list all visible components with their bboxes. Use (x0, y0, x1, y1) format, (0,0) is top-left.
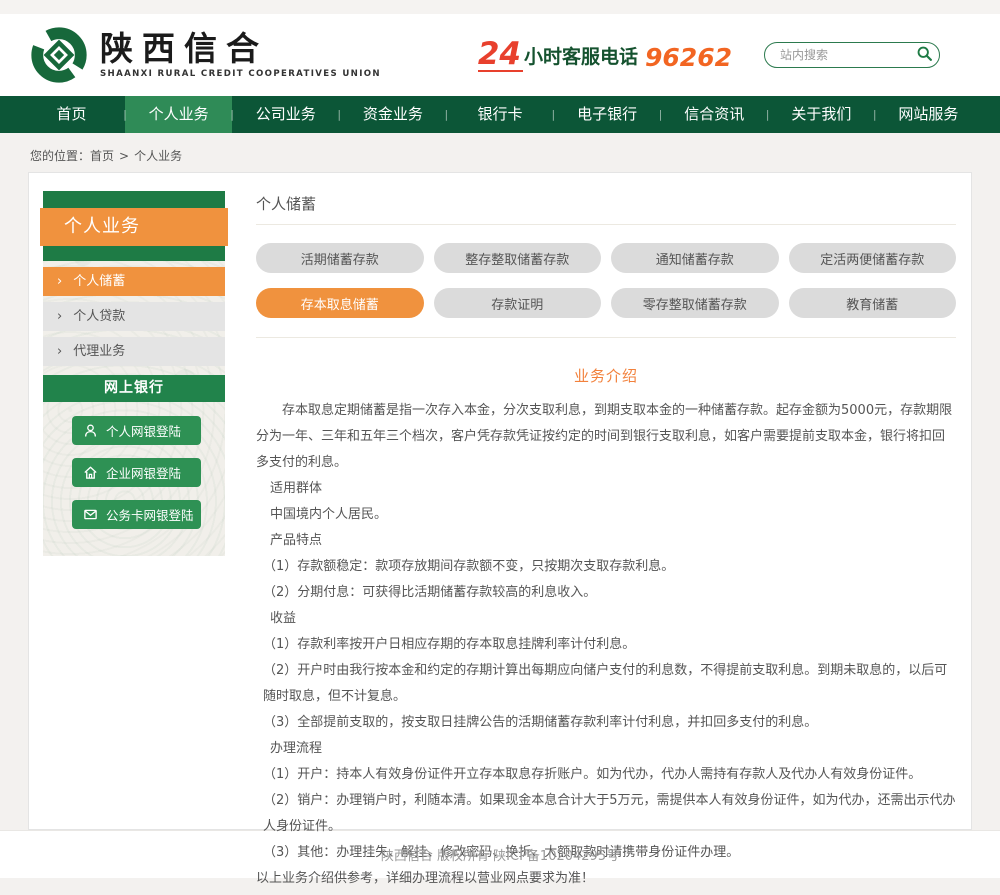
title-divider (256, 224, 956, 225)
breadcrumb: 您的位置：首页 > 个人业务 (0, 133, 1000, 172)
ebank-buttons: 个人网银登陆 企业网银登陆 公务卡网银登陆 (43, 402, 225, 554)
brand-name: 陕西信合 (100, 31, 381, 67)
nav-item-treasury-banking[interactable]: 资金业务 (339, 96, 446, 133)
paragraph: （2）销户：办理销户时，利随本清。如果现金本息合计大于5万元，需提供本人有效身份… (256, 788, 956, 840)
nav-item-e-banking[interactable]: 电子银行 (554, 96, 661, 133)
tab-lump-sum-deposit[interactable]: 整存整取储蓄存款 (434, 243, 602, 273)
paragraph: 存本取息定期储蓄是指一次存入本金，分次支取利息，到期支取本金的一种储蓄存款。起存… (256, 398, 956, 476)
logo-text: 陕西信合 SHAANXI RURAL CREDIT COOPERATIVES U… (100, 31, 381, 79)
hotline-label: 小时客服电话 (524, 42, 638, 69)
tab-installment-deposit[interactable]: 零存整取储蓄存款 (611, 288, 779, 318)
sidebar: 个人业务 › 个人储蓄 › 个人贷款 › 代理业务 网上银行 个人网银登陆 (43, 191, 225, 556)
nav-item-site-services[interactable]: 网站服务 (875, 96, 982, 133)
paragraph: 以上业务介绍供参考，详细办理流程以营业网点要求为准！ (256, 866, 956, 892)
hotline-number: 96262 (645, 43, 732, 72)
breadcrumb-prefix: 您的位置： (30, 149, 90, 163)
sidebar-menu: › 个人储蓄 › 个人贷款 › 代理业务 (43, 267, 225, 366)
search-box (764, 42, 940, 68)
nav-item-corporate-banking[interactable]: 公司业务 (232, 96, 339, 133)
article: 存本取息定期储蓄是指一次存入本金，分次支取利息，到期支取本金的一种储蓄存款。起存… (256, 398, 956, 892)
nav-list: 首页 个人业务 公司业务 资金业务 银行卡 电子银行 信合资讯 关于我们 网站服… (0, 96, 1000, 133)
paragraph: （2）分期付息：可获得比活期储蓄存款较高的利息收入。 (256, 580, 956, 606)
corporate-ebank-login-button[interactable]: 企业网银登陆 (72, 458, 201, 487)
hotline-24: 24 (478, 39, 523, 72)
tab-interest-withdrawal-savings[interactable]: 存本取息储蓄 (256, 288, 424, 318)
brand-subtitle: SHAANXI RURAL CREDIT COOPERATIVES UNION (100, 69, 381, 79)
sidebar-title: 个人业务 (40, 208, 228, 246)
paragraph: （1）存款利率按开户日相应存期的存本取息挂牌利率计付利息。 (256, 632, 956, 658)
logo-icon (30, 26, 88, 84)
search-button[interactable] (911, 44, 937, 66)
sidebar-item-label: 代理业务 (73, 344, 125, 359)
ebank-button-label: 公务卡网银登陆 (106, 505, 194, 524)
main-nav: 首页 个人业务 公司业务 资金业务 银行卡 电子银行 信合资讯 关于我们 网站服… (0, 96, 1000, 133)
site-header: 陕西信合 SHAANXI RURAL CREDIT COOPERATIVES U… (0, 14, 1000, 96)
home-icon (83, 465, 98, 480)
sidebar-header: 个人业务 (43, 191, 225, 261)
main-content: 个人储蓄 活期储蓄存款 整存整取储蓄存款 通知储蓄存款 定活两便储蓄存款 存本取… (225, 173, 971, 829)
paragraph: 中国境内个人居民。 (256, 502, 956, 528)
paragraph: 办理流程 (256, 736, 956, 762)
personal-ebank-login-button[interactable]: 个人网银登陆 (72, 416, 201, 445)
tab-notice-deposit[interactable]: 通知储蓄存款 (611, 243, 779, 273)
sidebar-item-personal-savings[interactable]: › 个人储蓄 (43, 267, 225, 296)
page-title: 个人储蓄 (256, 193, 956, 214)
paragraph: （1）开户：持本人有效身份证件开立存本取息存折账户。如为代办，代办人需持有存款人… (256, 762, 956, 788)
tabs-divider (256, 337, 956, 338)
tab-deposit-certificate[interactable]: 存款证明 (434, 288, 602, 318)
ebank-button-label: 企业网银登陆 (106, 463, 181, 482)
paragraph: （3）全部提前支取的，按支取日挂牌公告的活期储蓄存款利率计付利息，并扣回多支付的… (256, 710, 956, 736)
logo[interactable]: 陕西信合 SHAANXI RURAL CREDIT COOPERATIVES U… (30, 26, 381, 84)
sidebar-item-label: 个人储蓄 (73, 274, 125, 289)
content-panel: 个人业务 › 个人储蓄 › 个人贷款 › 代理业务 网上银行 个人网银登陆 (28, 172, 972, 830)
breadcrumb-separator: > (119, 149, 129, 163)
search-icon (916, 45, 933, 62)
tab-education-savings[interactable]: 教育储蓄 (789, 288, 957, 318)
paragraph: 收益 (256, 606, 956, 632)
sidebar-item-agency-services[interactable]: › 代理业务 (43, 337, 225, 366)
chevron-right-icon: › (57, 309, 62, 324)
nav-item-about-us[interactable]: 关于我们 (768, 96, 875, 133)
ebank-button-label: 个人网银登陆 (106, 421, 181, 440)
savings-tabs: 活期储蓄存款 整存整取储蓄存款 通知储蓄存款 定活两便储蓄存款 存本取息储蓄 存… (256, 243, 956, 318)
copyright: 陕西信合 版权所有 陕ICP备10204295号 (381, 845, 619, 864)
user-icon (83, 423, 98, 438)
nav-item-personal-banking[interactable]: 个人业务 (125, 96, 232, 133)
chevron-right-icon: › (57, 274, 62, 289)
paragraph: （1）存款额稳定：款项存放期间存款额不变，只按期次支取存款利息。 (256, 554, 956, 580)
nav-item-home[interactable]: 首页 (18, 96, 125, 133)
paragraph: 产品特点 (256, 528, 956, 554)
tab-current-savings[interactable]: 活期储蓄存款 (256, 243, 424, 273)
breadcrumb-current: 个人业务 (134, 149, 182, 163)
section-heading: 业务介绍 (256, 365, 956, 386)
nav-item-news[interactable]: 信合资讯 (661, 96, 768, 133)
nav-item-bank-card[interactable]: 银行卡 (446, 96, 553, 133)
paragraph: 适用群体 (256, 476, 956, 502)
envelope-icon (83, 507, 98, 522)
hotline: 24 小时客服电话 96262 (478, 39, 732, 72)
chevron-right-icon: › (57, 344, 62, 359)
paragraph: （2）开户时由我行按本金和约定的存期计算出每期应向储户支付的利息数，不得提前支取… (256, 658, 956, 710)
sidebar-item-personal-loans[interactable]: › 个人贷款 (43, 302, 225, 331)
tab-flexible-deposit[interactable]: 定活两便储蓄存款 (789, 243, 957, 273)
top-strip (0, 0, 1000, 14)
ebank-header: 网上银行 (43, 375, 225, 402)
sidebar-item-label: 个人贷款 (73, 309, 125, 324)
official-card-ebank-login-button[interactable]: 公务卡网银登陆 (72, 500, 201, 529)
breadcrumb-home-link[interactable]: 首页 (90, 149, 114, 163)
